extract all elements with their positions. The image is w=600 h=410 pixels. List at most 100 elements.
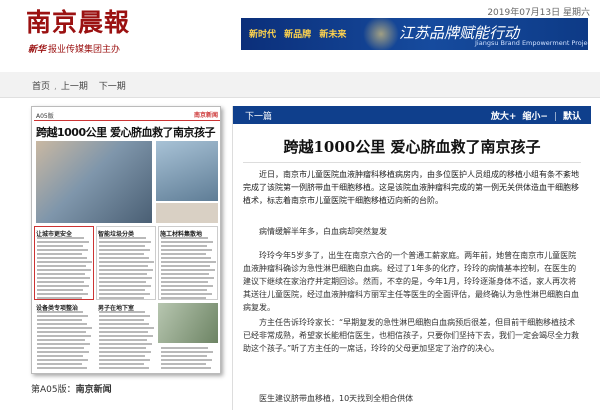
title-divider bbox=[243, 162, 581, 163]
thumbnail-headline[interactable]: 跨越1000公里 爱心脐血救了南京孩子 bbox=[36, 124, 218, 140]
article-paragraph: 医生建议脐带血移植，10天找到全相合供体 bbox=[259, 394, 414, 403]
thumbnail-header: A05版 南京新闻 bbox=[34, 109, 220, 121]
ad-banner[interactable]: 新时代 新品牌 新未来 江苏品牌赋能行动 Jiangsu Brand Empow… bbox=[241, 18, 588, 50]
page-label: 第A05版：南京新闻 bbox=[31, 382, 112, 395]
thumbnail-main-photo[interactable] bbox=[36, 141, 152, 223]
thumbnail-text-line bbox=[99, 355, 145, 357]
thumbnail-text-line bbox=[161, 297, 206, 299]
thumbnail-text-line bbox=[37, 359, 88, 361]
thumbnail-text-line bbox=[99, 237, 146, 239]
thumbnail-text-line bbox=[99, 327, 154, 329]
page-thumbnail[interactable]: A05版 南京新闻 跨越1000公里 爱心脐血救了南京孩子 让城市更安全 智能垃… bbox=[31, 106, 221, 374]
zoom-reset-button[interactable]: 默认 bbox=[563, 112, 581, 122]
thumbnail-text-line bbox=[37, 311, 83, 313]
thumbnail-text-line bbox=[37, 363, 82, 365]
thumbnail-text-line bbox=[37, 285, 89, 287]
thumbnail-text-line bbox=[161, 347, 208, 349]
thumbnail-text-line bbox=[161, 363, 206, 365]
thumbnail-text-line bbox=[99, 331, 148, 333]
thumbnail-text-line bbox=[99, 315, 150, 317]
thumbnail-text-line bbox=[99, 277, 152, 279]
site-header: 南京晨報 新华 报业传媒集团主办 2019年07月13日 星期六 新时代 新品牌 … bbox=[0, 0, 600, 68]
publisher-text: 报业传媒集团主办 bbox=[48, 45, 121, 55]
thumbnail-text-line bbox=[161, 359, 212, 361]
thumbnail-text-line bbox=[37, 331, 86, 333]
thumbnail-text-line bbox=[99, 367, 149, 369]
thumbnail-text-line bbox=[37, 241, 89, 243]
thumbnail-text-line bbox=[161, 281, 208, 283]
thumbnail-text-line bbox=[161, 257, 211, 259]
thumbnail-text-line bbox=[161, 285, 213, 287]
thumbnail-text-line bbox=[37, 355, 83, 357]
thumbnail-bottom-photo[interactable] bbox=[158, 303, 218, 343]
thumbnail-text-line bbox=[37, 245, 83, 247]
thumbnail-text-line bbox=[37, 249, 88, 251]
thumbnail-text-line bbox=[37, 367, 87, 369]
thumbnail-text-line bbox=[99, 265, 148, 267]
thumbnail-text-line bbox=[99, 285, 151, 287]
thumbnail-text-line bbox=[99, 253, 144, 255]
article-paragraph: 病情缓解半年多，白血病却突然复发 bbox=[259, 227, 387, 236]
zoom-tools: 放大+ 缩小− | 默认 bbox=[490, 112, 581, 122]
thumbnail-text-line bbox=[37, 265, 86, 267]
thumbnail-text-line bbox=[99, 281, 146, 283]
nav-next-issue-link[interactable]: 下一期 bbox=[99, 82, 126, 92]
banner-glow bbox=[361, 18, 401, 50]
thumbnail-text-line bbox=[161, 273, 209, 275]
thumbnail-text-line bbox=[37, 253, 82, 255]
thumbnail-text-line bbox=[99, 289, 145, 291]
next-article-button[interactable]: 下一篇 bbox=[245, 109, 272, 122]
newspaper-logo[interactable]: 南京晨報 bbox=[26, 9, 130, 37]
article-toolbar: 下一篇 放大+ 缩小− | 默认 bbox=[233, 106, 591, 124]
thumbnail-text-line bbox=[37, 315, 88, 317]
thumbnail-side-photo[interactable] bbox=[156, 141, 218, 201]
zoom-in-button[interactable]: 放大+ bbox=[491, 112, 517, 122]
thumbnail-text-line bbox=[37, 273, 85, 275]
thumbnail-text-line bbox=[37, 335, 91, 337]
article-paragraph: 方主任告诉玲玲家长：“早期复发的急性淋巴细胞白血病预后很差，但目前干细胞移植技术… bbox=[243, 318, 579, 353]
thumbnail-caption-box bbox=[156, 203, 218, 223]
article-paragraph: 玲玲今年5岁多了，出生在南京六合的一个普通工薪家庭。两年前，她曾在南京市儿童医院… bbox=[243, 251, 579, 312]
thumbnail-text-line bbox=[37, 297, 82, 299]
thumbnail-text-line bbox=[99, 257, 149, 259]
thumbnail-text-line bbox=[37, 257, 87, 259]
thumbnail-text-line bbox=[99, 241, 151, 243]
thumbnail-text-line bbox=[37, 347, 84, 349]
thumbnail-text-line bbox=[99, 269, 153, 271]
thumbnail-text-line bbox=[99, 347, 146, 349]
thumbnail-text-line bbox=[161, 265, 210, 267]
nav-links: 首页, 上一期 下一期 bbox=[32, 82, 126, 92]
thumbnail-text-line bbox=[161, 293, 212, 295]
thumbnail-text-line bbox=[161, 253, 206, 255]
zoom-out-button[interactable]: 缩小− bbox=[522, 112, 548, 122]
thumbnail-text-line bbox=[161, 261, 216, 263]
nav-home-link[interactable]: 首页 bbox=[32, 82, 50, 92]
banner-tags: 新时代 新品牌 新未来 bbox=[249, 27, 351, 40]
thumbnail-text-line bbox=[99, 339, 147, 341]
page-section-name: 南京新闻 bbox=[75, 385, 112, 395]
thumbnail-text-line bbox=[99, 363, 144, 365]
thumbnail-text-line bbox=[37, 323, 87, 325]
nav-prev-issue-link[interactable]: 上一期 bbox=[61, 82, 88, 92]
thumbnail-text-line bbox=[161, 245, 207, 247]
thumbnail-text-line bbox=[37, 293, 88, 295]
issue-nav: 首页, 上一期 下一期 bbox=[0, 72, 600, 98]
thumbnail-text-line bbox=[99, 245, 145, 247]
thumbnail-text-line bbox=[99, 359, 150, 361]
thumbnail-text-line bbox=[99, 323, 149, 325]
thumbnail-text-line bbox=[99, 261, 154, 263]
thumbnail-text-line bbox=[161, 355, 207, 357]
thumbnail-text-line bbox=[99, 293, 150, 295]
thumbnail-text-line bbox=[37, 327, 92, 329]
thumbnail-text-line bbox=[99, 319, 144, 321]
banner-subtitle: Jiangsu Brand Empowerment Project bbox=[475, 39, 588, 47]
thumbnail-text-line bbox=[37, 339, 85, 341]
thumbnail-text-line bbox=[161, 269, 215, 271]
page-number: 第A05版： bbox=[31, 385, 76, 395]
thumbnail-page-no: A05版 bbox=[36, 113, 54, 120]
banner-tag: 新时代 bbox=[249, 30, 277, 40]
thumbnail-text-line bbox=[37, 319, 82, 321]
thumbnail-text-line bbox=[99, 249, 150, 251]
thumbnail-text-line bbox=[99, 343, 152, 345]
publisher-line: 新华 报业传媒集团主办 bbox=[28, 44, 120, 56]
